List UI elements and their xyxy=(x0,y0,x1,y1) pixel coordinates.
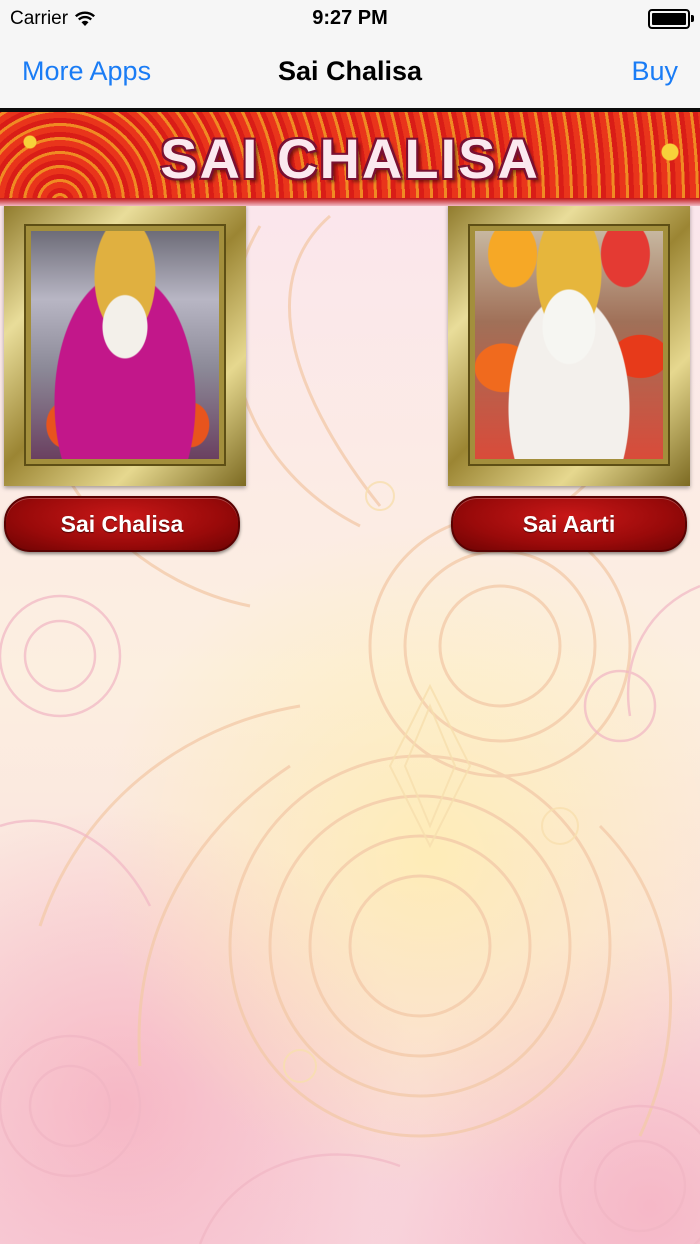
sai-aarti-image-frame[interactable] xyxy=(448,206,690,486)
header-banner: SAI CHALISA xyxy=(0,112,700,206)
banner-title: SAI CHALISA xyxy=(160,127,540,190)
clock: 9:27 PM xyxy=(312,7,388,29)
sai-chalisa-image xyxy=(24,224,226,466)
sai-chalisa-button[interactable]: Sai Chalisa xyxy=(4,496,240,552)
navigation-bar: More Apps Sai Chalisa Buy xyxy=(0,40,700,112)
page-title: Sai Chalisa xyxy=(277,56,423,86)
status-bar: Carrier 9:27 PM xyxy=(0,0,700,40)
main-content: Sai Chalisa Sai Aarti xyxy=(0,206,700,1244)
buy-button[interactable]: Buy xyxy=(631,56,678,87)
battery-icon xyxy=(648,9,694,29)
sai-aarti-image xyxy=(468,224,670,466)
sai-chalisa-image-frame[interactable] xyxy=(4,206,246,486)
sai-aarti-button[interactable]: Sai Aarti xyxy=(451,496,687,552)
